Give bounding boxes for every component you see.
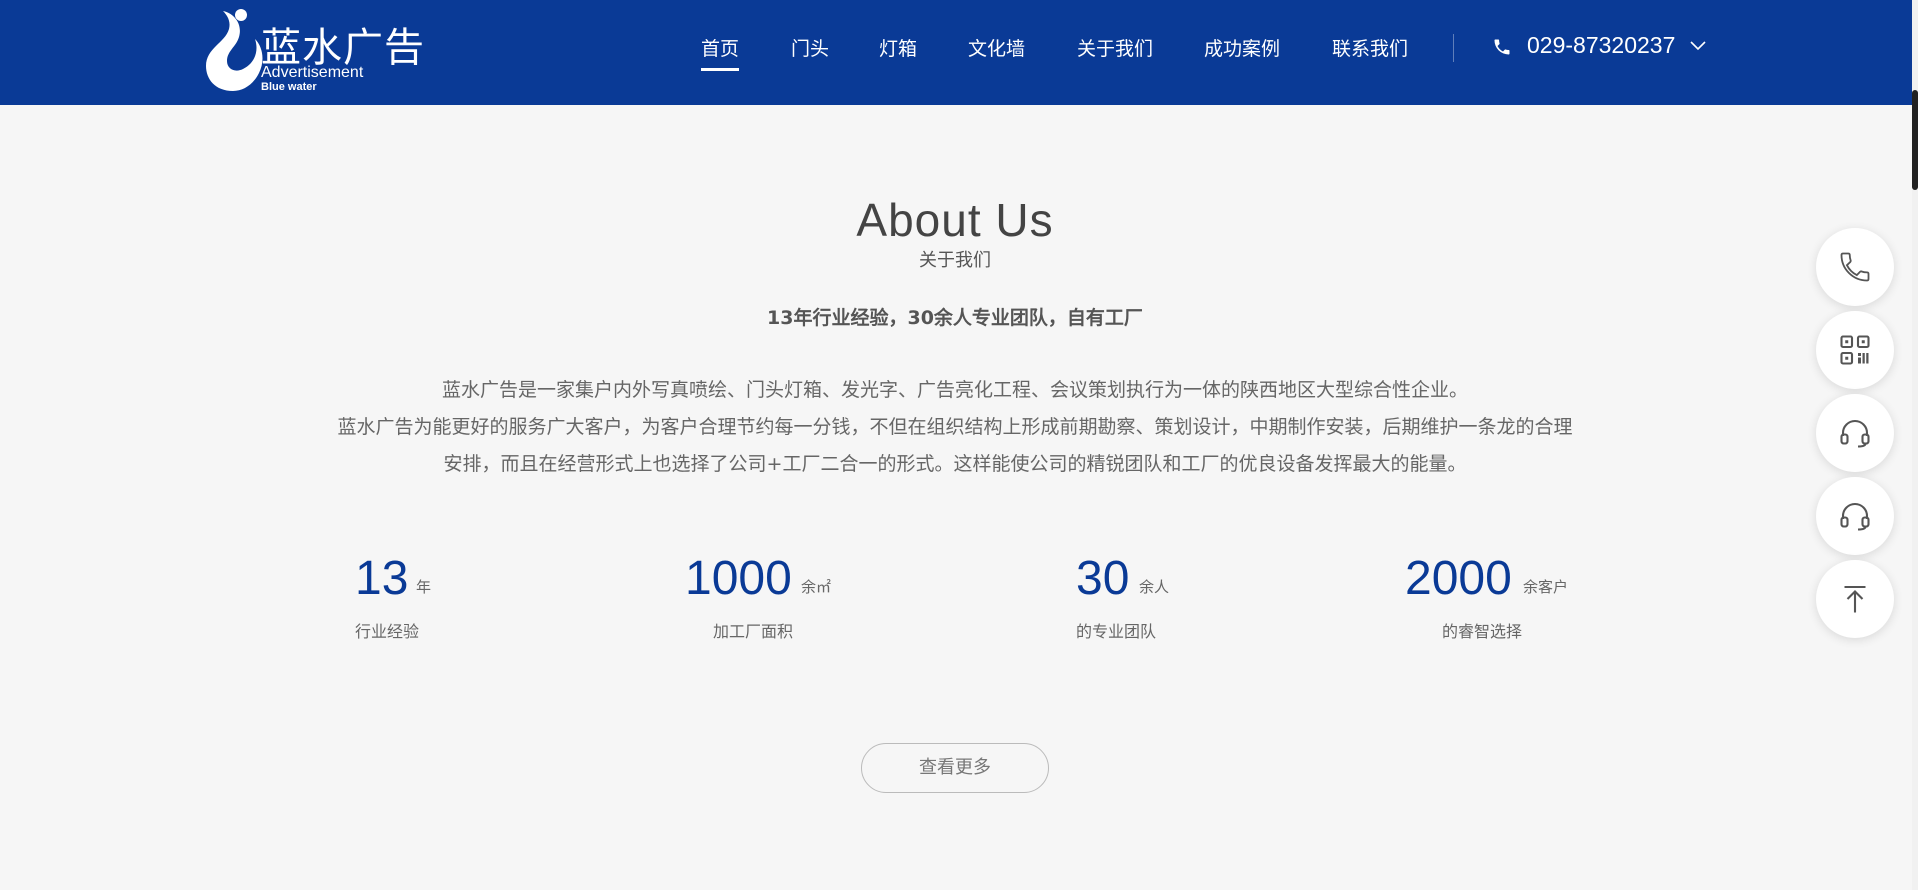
nav-item-lightbox[interactable]: 灯箱 [879,34,917,61]
stat-number: 13 [355,552,409,605]
stat-unit: 余㎡ [801,578,832,596]
stat-label: 行业经验 [355,622,420,641]
about-description: 蓝水广告是一家集户内外写真喷绘、门头灯箱、发光字、广告亮化工程、会议策划执行为一… [330,372,1580,483]
nav-item-storefront[interactable]: 门头 [791,34,829,61]
side-qrcode-button[interactable] [1816,311,1894,389]
stat-label: 的专业团队 [1076,622,1157,641]
qrcode-icon [1840,335,1870,365]
scrollbar-thumb[interactable] [1912,90,1918,190]
headset-icon [1840,419,1870,448]
nav-item-contact[interactable]: 联系我们 [1332,34,1408,61]
stat-label: 的睿智选择 [1442,622,1523,641]
side-service-button[interactable] [1816,394,1894,472]
header-phone-number[interactable]: 029-87320237 [1527,32,1675,59]
back-to-top-icon [1844,585,1866,613]
stat-label: 加工厂面积 [713,622,794,641]
stat-number: 30 [1076,552,1130,605]
about-paragraph-2: 蓝水广告为能更好的服务广大客户，为客户合理节约每一分钱，不但在组织结构上形成前期… [337,416,1573,475]
back-to-top-button[interactable] [1816,560,1894,638]
nav-item-cases[interactable]: 成功案例 [1204,34,1280,61]
stat-unit: 余客户 [1523,578,1569,596]
chevron-down-icon[interactable] [1690,41,1706,51]
section-title: About Us [856,194,1054,246]
nav-item-home[interactable]: 首页 [701,34,740,71]
nav-divider [1453,34,1454,62]
logo-drop-icon [206,9,263,91]
headset-icon [1840,502,1870,531]
nav-item-culture-wall[interactable]: 文化墙 [968,34,1025,61]
nav-item-about[interactable]: 关于我们 [1077,34,1153,61]
side-phone-button[interactable] [1816,228,1894,306]
logo-text-en-sub: Blue water [261,81,317,93]
site-header: 蓝水广告 Advertisement Blue water 首页 门头 灯箱 文… [0,0,1918,105]
stat-unit: 年 [416,578,432,596]
stat-number: 1000 [685,552,792,605]
about-paragraph-1: 蓝水广告是一家集户内外写真喷绘、门头灯箱、发光字、广告亮化工程、会议策划执行为一… [441,379,1468,401]
section-tagline: 13年行业经验，30余人专业团队，自有工厂 [767,307,1143,329]
phone-icon [1840,252,1870,282]
logo[interactable]: 蓝水广告 Advertisement Blue water [203,3,424,97]
stat-number: 2000 [1405,552,1512,605]
side-service-button-2[interactable] [1816,477,1894,555]
logo-text-en: Advertisement [261,64,364,81]
phone-icon [1494,39,1510,55]
view-more-button[interactable]: 查看更多 [861,743,1049,793]
stat-unit: 余人 [1139,578,1170,596]
section-subtitle: 关于我们 [919,250,991,271]
